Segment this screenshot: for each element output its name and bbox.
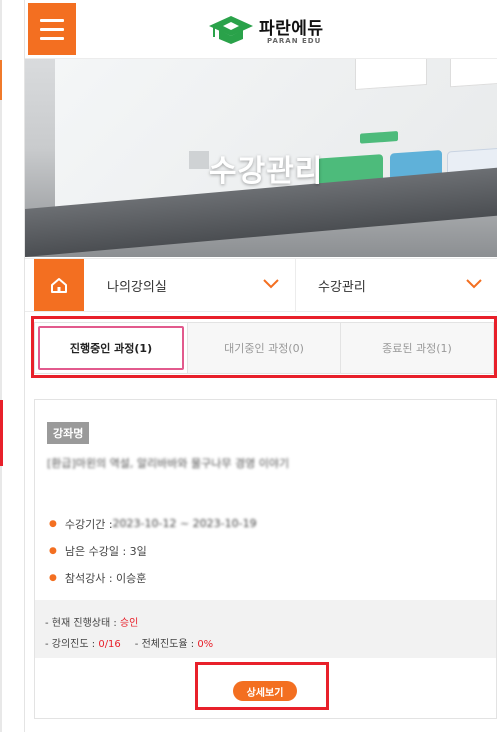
menu-bar-icon	[40, 18, 64, 22]
period-label: 수강기간 :	[64, 517, 113, 531]
progress-value: 0/16	[98, 639, 121, 650]
bullet-icon: ●	[49, 545, 57, 556]
logo-subtext: PARAN EDU	[267, 37, 322, 45]
left-rail-line	[0, 0, 2, 732]
nav-dropdown-label: 수강관리	[318, 280, 366, 295]
tab-completed[interactable]: 종료된 과정(1)	[341, 323, 493, 373]
nav-dropdown-my-classroom[interactable]: 나의강의실	[85, 259, 296, 311]
nav-dropdown-label: 나의강의실	[107, 280, 167, 295]
bullet-icon: ●	[49, 518, 57, 529]
overall-progress-value: 0%	[197, 639, 214, 650]
nav-dropdown-course-management[interactable]: 수강관리	[296, 259, 497, 311]
header: 파란에듀 PARAN EDU	[25, 0, 497, 59]
breadcrumb-nav: 나의강의실 수강관리	[25, 258, 497, 312]
hero-title: 수강관리	[209, 154, 324, 189]
menu-bar-icon	[40, 36, 64, 40]
course-status-tabs: 진행중인 과정(1) 대기중인 과정(0) 종료된 과정(1)	[34, 322, 494, 374]
hero-banner: 수강관리	[25, 59, 497, 257]
left-rail-marker	[0, 60, 2, 100]
remaining-days: 남은 수강일 : 3일	[64, 544, 147, 558]
course-info-list: ● 수강기간 : 2023-10-12 ~ 2023-10-19 ● 남은 수강…	[49, 510, 257, 591]
progress-status-box: - 현재 진행상태 : 승인 - 강의진도 : 0/16 - 전체진도율 : 0%	[35, 600, 496, 658]
left-rail	[0, 0, 3, 732]
mobile-frame: 파란에듀 PARAN EDU 수강관리 나의강의실 수강관리 진행중인 과정(1…	[24, 0, 497, 732]
period-value: 2023-10-12 ~ 2023-10-19	[112, 517, 257, 530]
view-details-button[interactable]: 상세보기	[233, 681, 297, 701]
instructor: 참석강사 : 이승훈	[64, 571, 147, 585]
menu-bar-icon	[40, 27, 64, 31]
status-value: 승인	[119, 618, 139, 629]
chevron-down-icon	[263, 279, 279, 289]
home-icon	[51, 278, 67, 293]
status-line: - 현재 진행상태 : 승인	[45, 614, 138, 629]
hamburger-menu-button[interactable]	[28, 3, 76, 55]
logo[interactable]: 파란에듀 PARAN EDU	[207, 12, 347, 48]
course-title: [환급]마왼의 역설, 알리바바와 물구나무 경영 이야기	[47, 457, 290, 470]
course-card: 강좌명 [환급]마왼의 역설, 알리바바와 물구나무 경영 이야기 ● 수강기간…	[34, 399, 497, 719]
hero-decoration	[189, 151, 209, 169]
progress-line: - 강의진도 : 0/16 - 전체진도율 : 0%	[45, 635, 213, 650]
tab-waiting[interactable]: 대기중인 과정(0)	[188, 323, 341, 373]
graduation-cap-icon	[209, 16, 253, 44]
bullet-icon: ●	[49, 572, 57, 583]
list-item: ● 남은 수강일 : 3일	[49, 537, 257, 564]
overall-progress-label: - 전체진도율 :	[134, 639, 198, 650]
list-item: ● 참석강사 : 이승훈	[49, 564, 257, 591]
tab-in-progress[interactable]: 진행중인 과정(1)	[35, 323, 188, 373]
course-name-badge: 강좌명	[47, 422, 90, 444]
left-rail-highlight	[0, 400, 3, 466]
home-button[interactable]	[34, 259, 84, 311]
status-label: - 현재 진행상태 :	[45, 618, 120, 629]
list-item: ● 수강기간 : 2023-10-12 ~ 2023-10-19	[49, 510, 257, 537]
logo-text: 파란에듀	[259, 19, 324, 39]
progress-label: - 강의진도 :	[45, 639, 99, 650]
chevron-down-icon	[466, 279, 482, 289]
